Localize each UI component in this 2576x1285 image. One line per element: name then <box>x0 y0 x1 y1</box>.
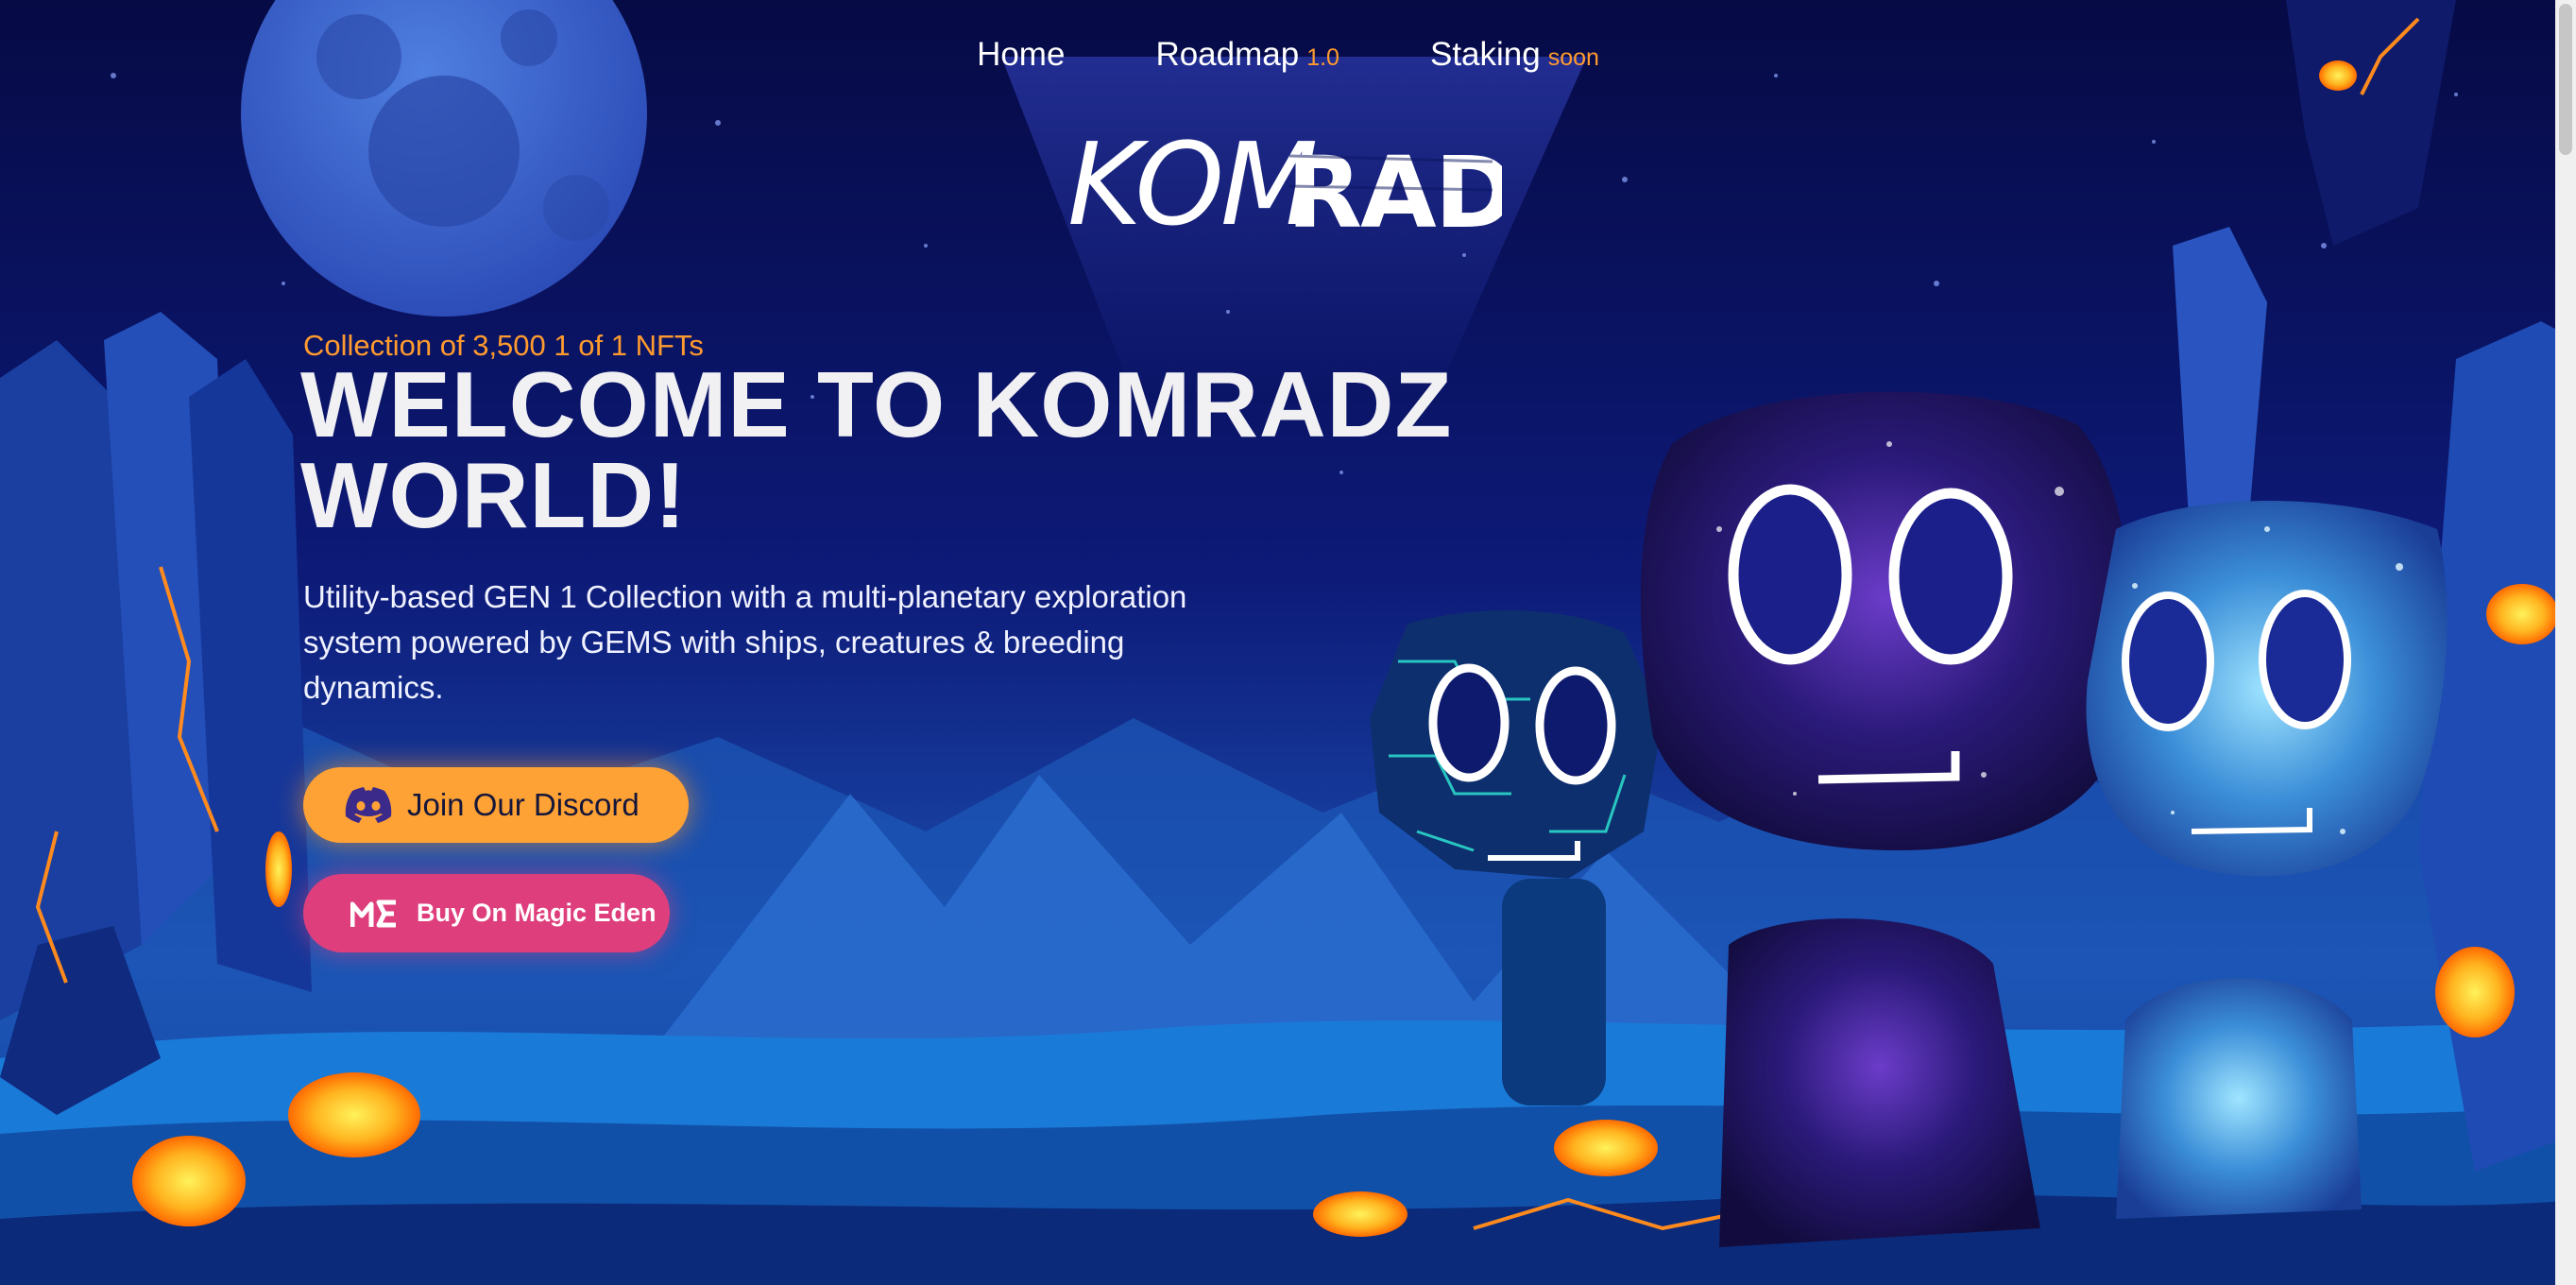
hero-headline-line2: WORLD! <box>300 443 687 547</box>
nav-item-roadmap-label: Roadmap <box>1155 36 1300 73</box>
magic-eden-icon <box>350 900 396 927</box>
nav-item-roadmap[interactable]: Roadmap 1.0 <box>1155 36 1339 74</box>
discord-icon <box>345 787 392 823</box>
nav-item-roadmap-version: 1.0 <box>1306 44 1339 71</box>
page: Home Roadmap 1.0 Staking soon KOM RADZ C… <box>0 0 2576 1285</box>
komradz-logo[interactable]: KOM RADZ <box>1067 118 1502 241</box>
hero-headline-line1: WELCOME TO KOMRADZ <box>300 352 1453 456</box>
svg-text:KOM: KOM <box>1067 120 1316 241</box>
nav-item-home[interactable]: Home <box>977 36 1065 74</box>
scrollbar-thumb[interactable] <box>2559 4 2572 155</box>
nav-item-staking[interactable]: Staking soon <box>1430 36 1599 74</box>
page-scrollbar[interactable] <box>2555 0 2576 1285</box>
nav-item-home-label: Home <box>977 36 1066 73</box>
nav-item-staking-label: Staking <box>1429 36 1541 73</box>
join-discord-label: Join Our Discord <box>407 787 640 822</box>
buy-magic-eden-label: Buy On Magic Eden <box>417 899 657 927</box>
buy-magic-eden-button[interactable]: Buy On Magic Eden <box>303 874 670 952</box>
top-nav: Home Roadmap 1.0 Staking soon <box>0 36 2576 74</box>
join-discord-button[interactable]: Join Our Discord <box>303 767 689 843</box>
hero-description: Utility-based GEN 1 Collection with a mu… <box>303 579 1187 705</box>
nav-item-staking-badge: soon <box>1547 44 1599 71</box>
hero-headline: WELCOME TO KOMRADZ WORLD! <box>300 358 1528 541</box>
